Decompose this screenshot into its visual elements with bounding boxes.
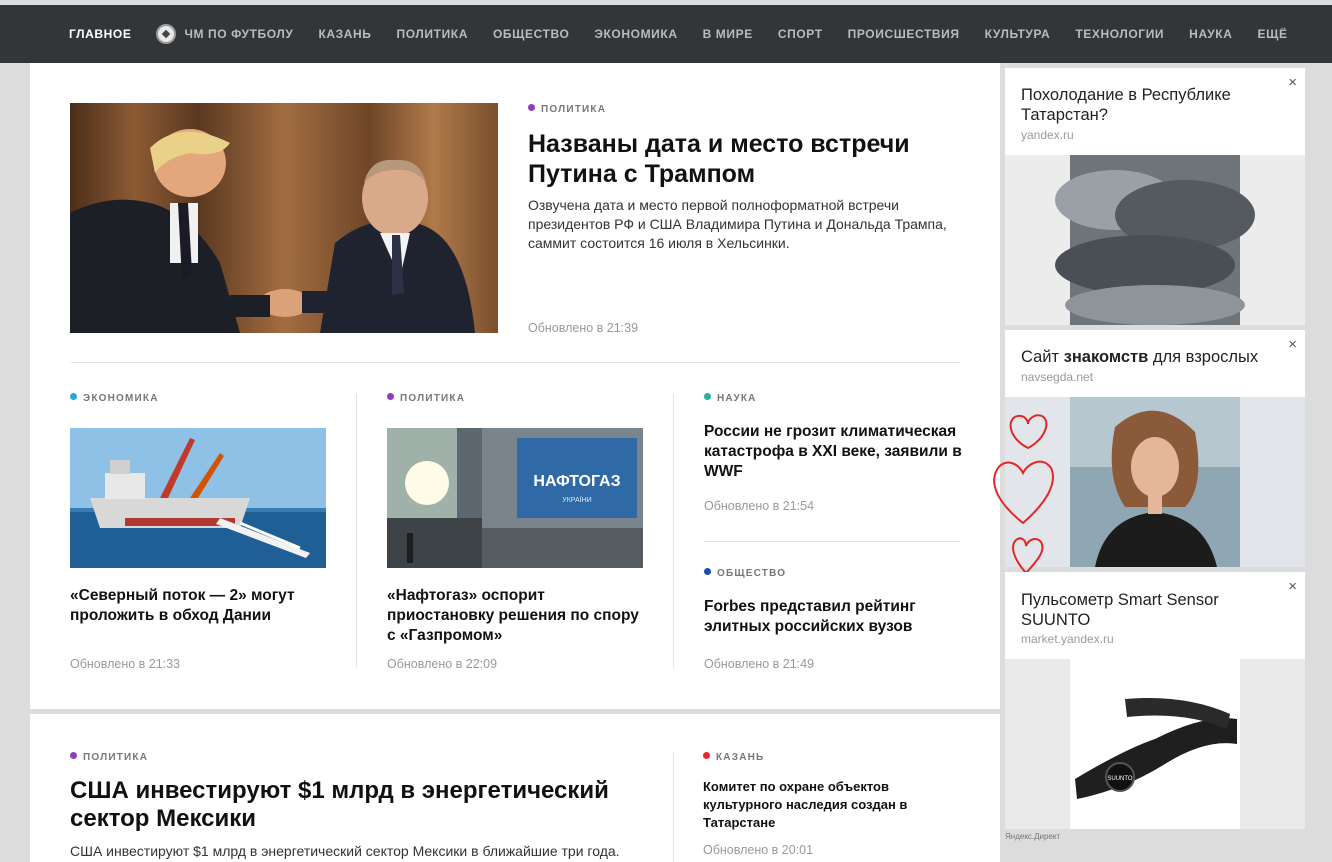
lead-news-image[interactable] bbox=[70, 103, 498, 333]
close-icon[interactable]: × bbox=[1288, 337, 1297, 352]
politics-dot-icon bbox=[528, 104, 535, 111]
nav-item-main[interactable]: ГЛАВНОЕ bbox=[69, 27, 131, 41]
naftogaz-building-image[interactable]: НАФТОГАЗ УКРАЇНИ bbox=[387, 428, 643, 568]
pipelay-vessel-illustration bbox=[70, 428, 326, 568]
economy-dot-icon bbox=[70, 393, 77, 400]
ad-dating[interactable]: Сайт знакомств для взрослых navsegda.net… bbox=[1005, 330, 1305, 397]
ad-title-part: для взрослых bbox=[1148, 348, 1259, 366]
column-divider bbox=[673, 394, 674, 668]
ad-title[interactable]: Похолодание в Республике Татарстан? bbox=[1021, 85, 1281, 125]
card-headline[interactable]: Forbes представил рейтинг элитных россий… bbox=[704, 597, 966, 637]
card-rubric-label: ЭКОНОМИКА bbox=[83, 393, 159, 404]
bottom-side-headline[interactable]: Комитет по охране объектов культурного н… bbox=[703, 778, 943, 832]
card-rubric-politics[interactable]: ПОЛИТИКА bbox=[387, 393, 465, 404]
science-dot-icon bbox=[704, 393, 711, 400]
bottom-side-updated-time: Обновлено в 20:01 bbox=[703, 843, 814, 857]
lead-description: Озвучена дата и место первой полноформат… bbox=[528, 197, 947, 251]
card-rubric-label: ПОЛИТИКА bbox=[400, 393, 466, 404]
nav-item-world[interactable]: В МИРЕ bbox=[703, 27, 753, 41]
nav-item-science[interactable]: НАУКА bbox=[1189, 27, 1232, 41]
ad-weather-image[interactable] bbox=[1005, 155, 1305, 325]
lead-headline[interactable]: Названы дата и место встречи Путина с Тр… bbox=[528, 129, 948, 189]
kazan-dot-icon bbox=[703, 752, 710, 759]
close-icon[interactable]: × bbox=[1288, 75, 1297, 90]
bottom-rubric-kazan[interactable]: КАЗАНЬ bbox=[703, 752, 764, 763]
bottom-side-rubric-label: КАЗАНЬ bbox=[716, 752, 765, 763]
nav-item-economy[interactable]: ЭКОНОМИКА bbox=[594, 27, 677, 41]
naftogaz-sign: НАФТОГАЗ bbox=[533, 473, 620, 490]
lead-rubric-label: ПОЛИТИКА bbox=[541, 104, 607, 115]
nav-item-society[interactable]: ОБЩЕСТВО bbox=[493, 27, 569, 41]
nav-item-politics[interactable]: ПОЛИТИКА bbox=[397, 27, 468, 41]
politics-dot-icon bbox=[387, 393, 394, 400]
bottom-news-block: ПОЛИТИКА США инвестируют $1 млрд в энерг… bbox=[30, 714, 1000, 862]
chest-strap-illustration: SUUNTO bbox=[1005, 659, 1305, 829]
politics-dot-icon bbox=[70, 752, 77, 759]
soccer-ball-icon bbox=[156, 24, 177, 44]
heart-doodles-icon bbox=[993, 414, 1054, 575]
lead-updated-time: Обновлено в 21:39 bbox=[528, 321, 639, 335]
ad-heart-rate-monitor-image[interactable]: SUUNTO bbox=[1005, 659, 1305, 829]
nav-item-technology[interactable]: ТЕХНОЛОГИИ bbox=[1075, 27, 1164, 41]
pipelay-vessel-image[interactable] bbox=[70, 428, 326, 568]
ad-domain: market.yandex.ru bbox=[1021, 632, 1114, 646]
card-updated-time: Обновлено в 21:54 bbox=[704, 499, 815, 513]
nav-item-world-cup[interactable]: ЧМ ПО ФУТБОЛУ bbox=[156, 24, 293, 44]
storm-clouds-illustration bbox=[1005, 155, 1305, 325]
card-updated-time: Обновлено в 21:33 bbox=[70, 657, 181, 671]
card-updated-time: Обновлено в 21:49 bbox=[704, 657, 815, 671]
card-rubric-society[interactable]: ОБЩЕСТВО bbox=[704, 568, 786, 579]
ad-domain: navsegda.net bbox=[1021, 370, 1094, 384]
nav-item-world-cup-label: ЧМ ПО ФУТБОЛУ bbox=[184, 27, 294, 41]
bottom-description: США инвестируют $1 млрд в энергетический… bbox=[70, 843, 620, 859]
card-rubric-science[interactable]: НАУКА bbox=[704, 393, 757, 404]
card-headline[interactable]: «Нафтогаз» оспорит приостановку решения … bbox=[387, 586, 647, 646]
rubric-nav: ГЛАВНОЕ ЧМ ПО ФУТБОЛУ КАЗАНЬ ПОЛИТИКА ОБ… bbox=[69, 5, 1313, 63]
nav-item-kazan[interactable]: КАЗАНЬ bbox=[318, 27, 371, 41]
naftogaz-sign-sub: УКРАЇНИ bbox=[562, 496, 591, 504]
suunto-brand: SUUNTO bbox=[1107, 776, 1133, 782]
nav-item-culture[interactable]: КУЛЬТУРА bbox=[985, 27, 1051, 41]
naftogaz-building-illustration: НАФТОГАЗ УКРАЇНИ bbox=[387, 428, 643, 568]
close-icon[interactable]: × bbox=[1288, 579, 1297, 594]
card-rubric-economy[interactable]: ЭКОНОМИКА bbox=[70, 393, 159, 404]
lead-rubric[interactable]: ПОЛИТИКА bbox=[528, 104, 606, 115]
card-rubric-label: ОБЩЕСТВО bbox=[717, 568, 787, 579]
divider bbox=[70, 362, 960, 363]
ad-heart-rate-monitor[interactable]: Пульсометр Smart Sensor SUUNTO market.ya… bbox=[1005, 572, 1305, 659]
divider bbox=[704, 541, 960, 542]
card-rubric-label: НАУКА bbox=[717, 393, 757, 404]
ad-weather[interactable]: Похолодание в Республике Татарстан? yand… bbox=[1005, 68, 1305, 155]
column-divider bbox=[673, 752, 674, 862]
leaders-handshake-illustration bbox=[70, 103, 498, 333]
ad-title[interactable]: Пульсометр Smart Sensor SUUNTO bbox=[1021, 590, 1281, 630]
ad-title[interactable]: Сайт знакомств для взрослых bbox=[1021, 347, 1301, 367]
ad-domain: yandex.ru bbox=[1021, 128, 1074, 142]
ad-title-part: Сайт bbox=[1021, 348, 1064, 366]
yandex-direct-label[interactable]: Яндекс.Директ bbox=[1005, 832, 1060, 841]
ad-title-bold: знакомств bbox=[1063, 348, 1149, 366]
top-news-block: ПОЛИТИКА Названы дата и место встречи Пу… bbox=[30, 63, 1000, 709]
bottom-rubric-politics[interactable]: ПОЛИТИКА bbox=[70, 752, 148, 763]
bottom-headline[interactable]: США инвестируют $1 млрд в энергетический… bbox=[70, 777, 630, 833]
nav-item-sport[interactable]: СПОРТ bbox=[778, 27, 823, 41]
nav-item-incidents[interactable]: ПРОИСШЕСТВИЯ bbox=[848, 27, 960, 41]
card-headline[interactable]: «Северный поток — 2» могут проложить в о… bbox=[70, 586, 326, 626]
society-dot-icon bbox=[704, 568, 711, 575]
card-headline[interactable]: России не грозит климатическая катастроф… bbox=[704, 422, 966, 482]
column-divider bbox=[356, 394, 357, 668]
bottom-rubric-label: ПОЛИТИКА bbox=[83, 752, 149, 763]
nav-item-more[interactable]: ЕЩЁ bbox=[1258, 27, 1288, 41]
card-updated-time: Обновлено в 22:09 bbox=[387, 657, 498, 671]
top-navigation-bar: ГЛАВНОЕ ЧМ ПО ФУТБОЛУ КАЗАНЬ ПОЛИТИКА ОБ… bbox=[0, 5, 1332, 63]
